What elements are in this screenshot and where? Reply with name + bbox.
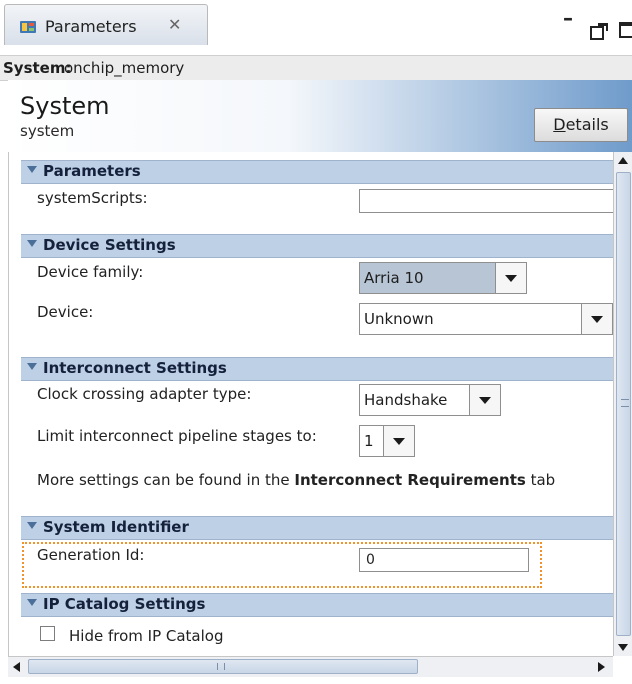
scroll-up-icon[interactable] (614, 152, 632, 170)
details-label: etails (565, 115, 609, 134)
page-title: System (20, 92, 110, 120)
pipeline-stages-label: Limit interconnect pipeline stages to: (37, 427, 317, 445)
device-label: Device: (37, 303, 94, 321)
device-family-value: Arria 10 (364, 269, 424, 287)
hide-from-ip-catalog-checkbox[interactable] (40, 626, 55, 641)
grip-icon (217, 663, 225, 670)
scroll-down-icon[interactable] (614, 638, 632, 656)
collapse-triangle-icon (27, 522, 37, 529)
section-parameters[interactable]: Parameters (21, 160, 614, 184)
system-path-value: onchip_memory (64, 59, 185, 77)
scroll-right-icon[interactable] (592, 657, 610, 677)
tab-title: Parameters (45, 17, 137, 36)
restore-icon[interactable] (619, 22, 632, 38)
device-value: Unknown (364, 310, 434, 328)
horizontal-scrollbar[interactable] (8, 656, 613, 677)
maximize-icon[interactable] (590, 22, 610, 40)
section-interconnect-settings[interactable]: Interconnect Settings (21, 357, 614, 381)
details-mnemonic: D (553, 115, 566, 134)
section-ip-catalog-settings[interactable]: IP Catalog Settings (21, 593, 614, 617)
focus-outline (22, 542, 542, 588)
close-icon[interactable]: ✕ (168, 15, 181, 34)
parameters-tab[interactable]: Parameters ✕ (4, 4, 208, 45)
clock-crossing-label: Clock crossing adapter type: (37, 385, 252, 403)
chevron-down-icon[interactable] (469, 385, 500, 415)
clock-crossing-select[interactable]: Handshake (359, 384, 501, 416)
hide-from-ip-catalog-label: Hide from IP Catalog (69, 627, 224, 645)
collapse-triangle-icon (27, 240, 37, 247)
section-title: System Identifier (43, 518, 189, 536)
collapse-triangle-icon (27, 599, 37, 606)
vertical-scroll-thumb[interactable] (616, 172, 631, 636)
page-subtitle: system (20, 122, 75, 140)
view-tab-bar: Parameters ✕ – (0, 0, 632, 45)
system-path-label: System: (3, 59, 72, 77)
system-header: System system Details (8, 80, 632, 153)
pipeline-stages-select[interactable]: 1 (359, 425, 415, 457)
chevron-down-icon[interactable] (495, 263, 526, 293)
device-family-label: Device family: (37, 263, 144, 281)
minimize-icon[interactable]: – (563, 6, 573, 30)
clock-crossing-value: Handshake (364, 391, 448, 409)
pipeline-stages-value: 1 (364, 432, 374, 450)
system-path-bar: System: onchip_memory (0, 55, 632, 81)
system-scripts-input[interactable] (359, 189, 614, 213)
parameters-icon (20, 21, 36, 33)
chevron-down-icon[interactable] (581, 304, 612, 334)
interconnect-note: More settings can be found in the Interc… (37, 471, 556, 489)
details-button[interactable]: Details (534, 108, 628, 142)
system-scripts-label: systemScripts: (37, 189, 148, 207)
chevron-down-icon[interactable] (383, 426, 414, 456)
vertical-scrollbar[interactable] (613, 152, 632, 656)
grip-icon (621, 399, 629, 407)
section-title: IP Catalog Settings (43, 595, 206, 613)
interconnect-requirements-text: Interconnect Requirements (294, 471, 526, 489)
device-select[interactable]: Unknown (359, 303, 613, 335)
collapse-triangle-icon (27, 363, 37, 370)
horizontal-scroll-thumb[interactable] (28, 659, 418, 674)
section-title: Interconnect Settings (43, 359, 227, 377)
collapse-triangle-icon (27, 166, 37, 173)
section-title: Device Settings (43, 236, 176, 254)
section-system-identifier[interactable]: System Identifier (21, 516, 614, 540)
scroll-left-icon[interactable] (8, 657, 26, 677)
section-device-settings[interactable]: Device Settings (21, 234, 614, 258)
section-title: Parameters (43, 162, 141, 180)
device-family-select[interactable]: Arria 10 (359, 262, 527, 294)
